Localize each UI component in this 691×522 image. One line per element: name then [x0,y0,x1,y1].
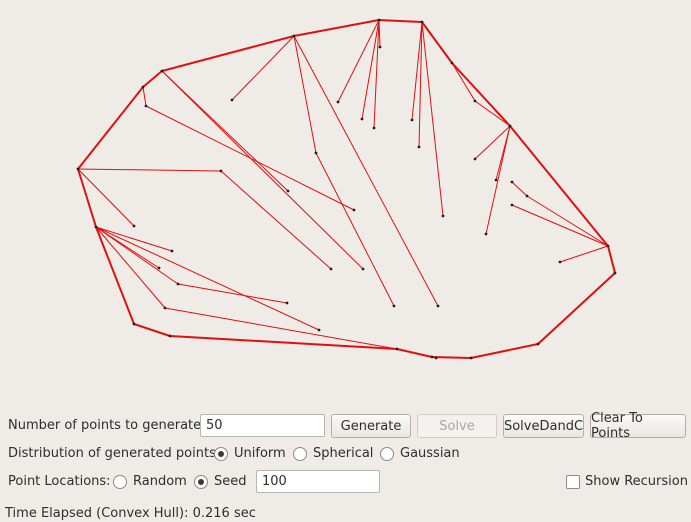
point [473,99,477,103]
tangent-line [145,105,355,211]
seed-input[interactable]: 100 [256,470,380,493]
point [378,45,382,49]
point [372,126,376,130]
gaussian-label[interactable]: Gaussian [400,446,460,462]
point [434,356,438,360]
solve-dandc-button[interactable]: SolveDandC [503,414,584,438]
point [168,334,172,338]
point [430,355,434,359]
point [494,178,498,182]
time-elapsed-status: Time Elapsed (Convex Hull): 0.216 sec [5,506,256,521]
solve-button[interactable]: Solve [417,414,497,438]
tangent-line [511,204,609,247]
point [157,266,161,270]
point [176,282,180,286]
point [508,124,512,128]
point [170,249,174,253]
tangent-line [378,19,381,48]
segment-layer [77,19,609,350]
seed-radio[interactable] [194,475,208,489]
point [473,157,477,161]
point-layer [76,18,617,360]
gaussian-radio[interactable] [380,447,394,461]
tangent-line [474,100,511,127]
point [417,145,421,149]
point [76,167,80,171]
point [410,118,414,122]
tangent-line [526,195,609,247]
tangent-line [293,35,317,154]
point [450,61,454,65]
point [613,271,617,275]
tangent-line [231,35,295,101]
random-radio[interactable] [113,475,127,489]
point [441,214,445,218]
point [361,267,365,271]
point [436,304,440,308]
spherical-label[interactable]: Spherical [313,446,373,462]
point [219,169,223,173]
point [317,328,321,332]
tangent-line [421,21,444,217]
uniform-label[interactable]: Uniform [234,446,286,462]
point [329,267,333,271]
point [352,208,356,212]
generate-button[interactable]: Generate [331,414,411,438]
point [510,180,514,184]
hull-canvas[interactable] [0,0,691,400]
point [132,224,136,228]
point [285,301,289,305]
point [286,189,290,193]
point [420,20,424,24]
tangent-line [474,125,511,160]
point [510,203,514,207]
show-recursion-checkbox[interactable] [566,475,580,489]
point [160,69,164,73]
seed-label[interactable]: Seed [214,474,247,490]
tangent-line [77,168,222,172]
point [392,304,396,308]
point [525,194,529,198]
point [484,232,488,236]
tangent-line [559,245,609,263]
random-label[interactable]: Random [133,474,187,490]
point [132,322,136,326]
point [141,85,145,89]
num-points-label: Number of points to generate: [8,418,206,433]
tangent-line [451,62,476,102]
tangent-line [337,19,380,103]
point [360,117,364,121]
clear-to-points-button[interactable]: Clear To Points [590,411,686,441]
tangent-line [95,226,173,252]
tangent-line [220,170,332,270]
tangent-line [161,70,364,270]
distribution-label: Distribution of generated points: [8,446,221,461]
point [163,306,167,310]
point [558,260,562,264]
tangent-line [485,125,511,235]
point [377,18,381,22]
point [469,356,473,360]
uniform-radio[interactable] [214,447,228,461]
point [292,34,296,38]
show-recursion-label[interactable]: Show Recursion [585,474,688,490]
point [144,104,148,108]
convex-hull [77,19,616,359]
point [395,347,399,351]
point [94,225,98,229]
tangent-line [511,181,528,197]
point [536,342,540,346]
point-locations-label: Point Locations: [8,474,111,489]
point [336,100,340,104]
point [230,98,234,102]
spherical-radio[interactable] [293,447,307,461]
tangent-line [142,86,147,107]
num-points-input[interactable]: 50 [200,414,325,437]
point [314,151,318,155]
tangent-line [177,283,288,304]
point [606,244,610,248]
tangent-line [315,152,395,307]
